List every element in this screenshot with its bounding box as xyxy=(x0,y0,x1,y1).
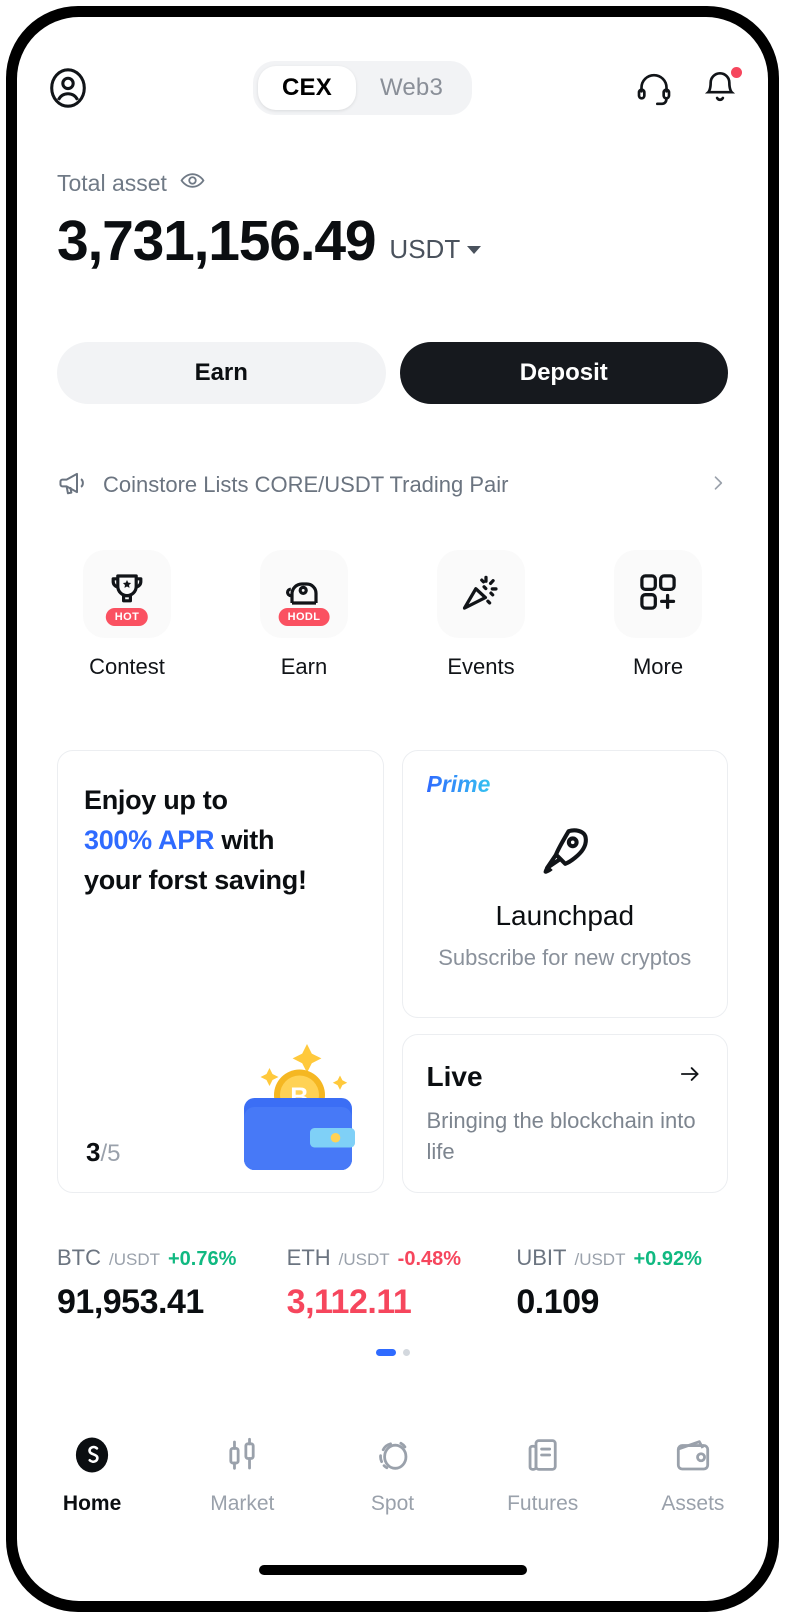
live-title: Live xyxy=(427,1061,704,1093)
wallet-bitcoin-icon: B xyxy=(217,1029,367,1184)
carousel-pagination xyxy=(17,1349,768,1356)
live-card[interactable]: Live Bringing the blockchain into life xyxy=(402,1034,729,1193)
nav-item-spot[interactable]: Spot xyxy=(317,1434,467,1516)
currency-selector[interactable]: USDT xyxy=(389,234,481,270)
ticker-item[interactable]: ETH/USDT -0.48% 3,112.11 xyxy=(287,1245,517,1322)
headset-icon[interactable] xyxy=(634,68,674,108)
user-circle-icon[interactable] xyxy=(45,65,91,111)
chevron-right-icon[interactable] xyxy=(708,473,728,498)
launchpad-card[interactable]: Prime Launchpad Subscribe for new crypto… xyxy=(402,750,729,1018)
total-asset-section: Total asset 3,731,156.49 USDT xyxy=(57,167,728,270)
app-screen: CEX Web3 xyxy=(17,17,768,1601)
phone-frame: CEX Web3 xyxy=(6,6,779,1612)
chevron-down-icon xyxy=(467,246,481,254)
nav-label: Assets xyxy=(661,1492,724,1516)
pagination-dot[interactable] xyxy=(403,1349,410,1356)
bottom-navigation: Home Market xyxy=(17,1427,768,1523)
pagination-dot-active[interactable] xyxy=(376,1349,396,1356)
nav-item-market[interactable]: Market xyxy=(167,1434,317,1516)
saving-line-1: Enjoy up to xyxy=(84,785,228,815)
currency-value: USDT xyxy=(389,234,460,265)
eye-icon[interactable] xyxy=(179,167,206,199)
quick-actions-grid: HOT Contest HODL Earn xyxy=(57,550,728,680)
nav-label: Market xyxy=(210,1492,274,1516)
ticker-strip: BTC/USDT +0.76% 91,953.41 ETH/USDT -0.48… xyxy=(57,1245,746,1322)
ticker-quote: /USDT xyxy=(109,1250,160,1270)
saving-line-2-rest: with xyxy=(214,825,274,855)
earn-button[interactable]: Earn xyxy=(57,342,386,404)
launchpad-subtitle: Subscribe for new cryptos xyxy=(438,942,691,974)
grid-plus-icon xyxy=(635,569,681,620)
nav-label: Home xyxy=(63,1492,121,1516)
notification-badge-dot xyxy=(731,67,742,78)
ticker-base: BTC xyxy=(57,1245,101,1271)
announcement-text: Coinstore Lists CORE/USDT Trading Pair xyxy=(103,472,694,498)
ticker-base: ETH xyxy=(287,1245,331,1271)
announcement-banner[interactable]: Coinstore Lists CORE/USDT Trading Pair xyxy=(57,462,728,508)
coinstore-logo-icon xyxy=(71,1434,113,1481)
total-asset-amount: 3,731,156.49 xyxy=(57,213,375,270)
live-subtitle: Bringing the blockchain into life xyxy=(427,1105,704,1167)
ticker-quote: /USDT xyxy=(574,1250,625,1270)
megaphone-icon xyxy=(57,467,89,504)
saving-line-3: your forst saving! xyxy=(84,865,307,895)
carousel-counter: 3/5 xyxy=(86,1137,120,1168)
ticker-base: UBIT xyxy=(516,1245,566,1271)
swap-circles-icon xyxy=(372,1434,414,1481)
launchpad-title: Launchpad xyxy=(495,900,634,932)
nav-item-assets[interactable]: Assets xyxy=(618,1434,768,1516)
ticker-quote: /USDT xyxy=(339,1250,390,1270)
primary-actions: Earn Deposit xyxy=(57,342,728,404)
party-popper-icon xyxy=(458,569,504,620)
hodl-badge: HODL xyxy=(279,608,330,626)
document-chart-icon xyxy=(522,1434,564,1481)
wallet-icon xyxy=(672,1434,714,1481)
ticker-change: +0.76% xyxy=(168,1248,236,1271)
ticker-price: 91,953.41 xyxy=(57,1283,287,1322)
nav-label: Futures xyxy=(507,1492,578,1516)
saving-highlight: 300% APR xyxy=(84,825,214,855)
nav-item-futures[interactable]: Futures xyxy=(468,1434,618,1516)
saving-promo-card[interactable]: Enjoy up to 300% APR with your forst sav… xyxy=(57,750,384,1193)
rocket-icon xyxy=(536,821,594,884)
promo-cards: Enjoy up to 300% APR with your forst sav… xyxy=(57,750,728,1193)
ticker-item[interactable]: BTC/USDT +0.76% 91,953.41 xyxy=(57,1245,287,1322)
counter-current: 3 xyxy=(86,1137,100,1167)
quick-action-label: More xyxy=(633,654,683,680)
quick-action-label: Events xyxy=(447,654,514,680)
quick-action-contest[interactable]: HOT Contest xyxy=(57,550,197,680)
arrow-right-icon[interactable] xyxy=(677,1061,703,1092)
hot-badge: HOT xyxy=(106,608,148,626)
candlestick-icon xyxy=(221,1434,263,1481)
counter-total: /5 xyxy=(100,1140,120,1167)
ticker-change: -0.48% xyxy=(398,1248,461,1271)
ticker-price: 3,112.11 xyxy=(287,1283,517,1322)
bell-icon[interactable] xyxy=(700,68,740,108)
ticker-item[interactable]: UBIT/USDT +0.92% 0.109 xyxy=(516,1245,746,1322)
home-indicator-bar xyxy=(259,1565,527,1575)
quick-action-events[interactable]: Events xyxy=(411,550,551,680)
quick-action-label: Earn xyxy=(281,654,327,680)
ticker-change: +0.92% xyxy=(633,1248,701,1271)
market-type-switch: CEX Web3 xyxy=(91,61,634,115)
nav-item-home[interactable]: Home xyxy=(17,1434,167,1516)
deposit-button[interactable]: Deposit xyxy=(400,342,729,404)
ticker-price: 0.109 xyxy=(516,1283,746,1322)
quick-action-earn[interactable]: HODL Earn xyxy=(234,550,374,680)
quick-action-more[interactable]: More xyxy=(588,550,728,680)
total-asset-label: Total asset xyxy=(57,170,167,197)
prime-tag: Prime xyxy=(427,771,491,798)
tab-cex[interactable]: CEX xyxy=(258,66,356,110)
nav-label: Spot xyxy=(371,1492,414,1516)
tab-web3[interactable]: Web3 xyxy=(356,66,467,110)
app-header: CEX Web3 xyxy=(17,53,768,123)
quick-action-label: Contest xyxy=(89,654,165,680)
